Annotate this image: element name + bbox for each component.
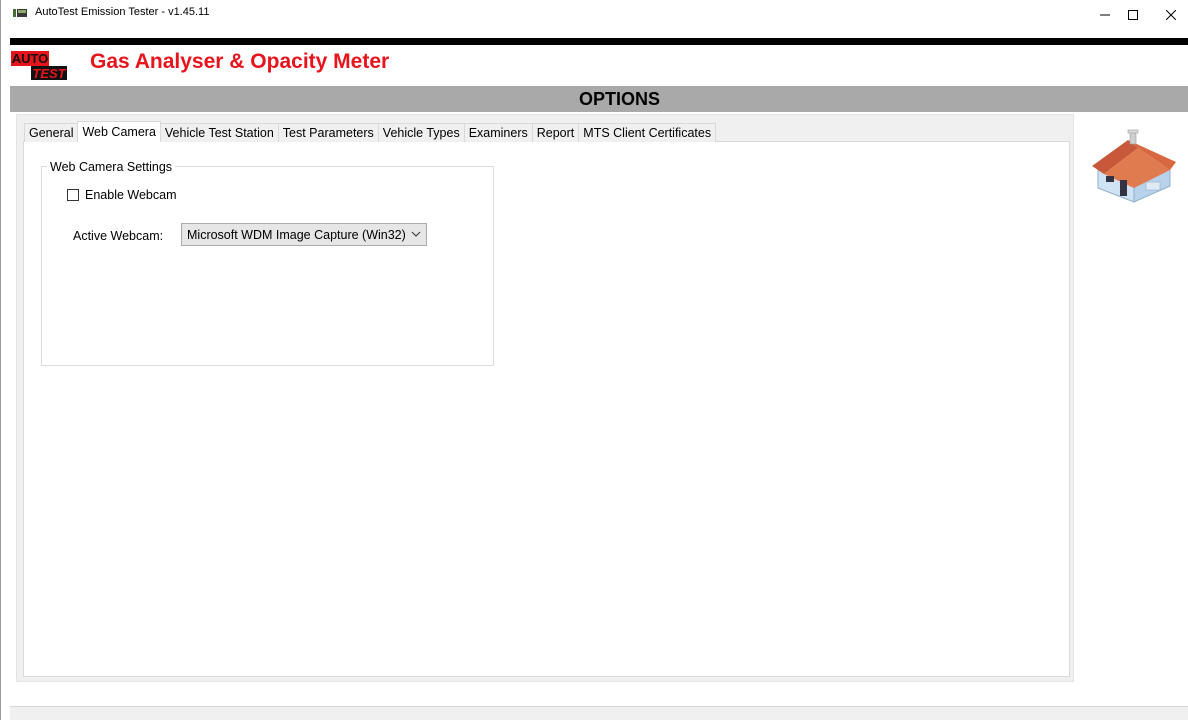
maximize-icon bbox=[1128, 10, 1138, 20]
autotest-logo: AUTO TEST bbox=[11, 51, 67, 81]
status-bar bbox=[10, 706, 1188, 720]
tab-vehicle-types[interactable]: Vehicle Types bbox=[377, 123, 465, 142]
app-title: Gas Analyser & Opacity Meter bbox=[90, 50, 390, 73]
tab-examiners[interactable]: Examiners bbox=[463, 123, 533, 142]
svg-text:AUTO: AUTO bbox=[12, 51, 49, 66]
chevron-down-icon bbox=[411, 231, 421, 237]
close-button[interactable] bbox=[1151, 4, 1188, 26]
tab-web-camera[interactable]: Web Camera bbox=[77, 121, 161, 142]
minimize-icon bbox=[1100, 14, 1110, 16]
home-icon[interactable] bbox=[1090, 126, 1178, 204]
svg-text:TEST: TEST bbox=[32, 66, 66, 81]
tab-vehicle-test-station[interactable]: Vehicle Test Station bbox=[159, 123, 279, 142]
page-title: OPTIONS bbox=[578, 88, 660, 109]
active-webcam-label: Active Webcam: bbox=[73, 229, 164, 243]
tab-report[interactable]: Report bbox=[531, 123, 580, 142]
window-title: AutoTest Emission Tester - v1.45.11 bbox=[35, 6, 210, 18]
app-icon bbox=[13, 9, 27, 17]
tab-test-parameters[interactable]: Test Parameters bbox=[277, 123, 379, 142]
tab-mts-client-certificates[interactable]: MTS Client Certificates bbox=[578, 123, 717, 142]
active-webcam-select[interactable]: Microsoft WDM Image Capture (Win32) bbox=[181, 223, 427, 246]
enable-webcam-label[interactable]: Enable Webcam bbox=[85, 188, 177, 202]
group-title: Web Camera Settings bbox=[47, 160, 176, 174]
options-header: OPTIONS bbox=[10, 86, 1188, 112]
enable-webcam-checkbox[interactable] bbox=[67, 189, 79, 201]
enable-webcam-row[interactable]: Enable Webcam bbox=[67, 188, 177, 202]
title-bar: AutoTest Emission Tester - v1.45.11 bbox=[1, 0, 1188, 38]
active-webcam-value: Microsoft WDM Image Capture (Win32) bbox=[187, 227, 406, 242]
app-window: AutoTest Emission Tester - v1.45.11 AUTO… bbox=[0, 0, 1188, 720]
header-divider bbox=[10, 38, 1188, 45]
maximize-button[interactable] bbox=[1113, 4, 1153, 26]
tab-general[interactable]: General bbox=[24, 123, 79, 142]
options-tabstrip: General Web Camera Vehicle Test Station … bbox=[24, 121, 717, 142]
close-icon bbox=[1166, 10, 1176, 20]
